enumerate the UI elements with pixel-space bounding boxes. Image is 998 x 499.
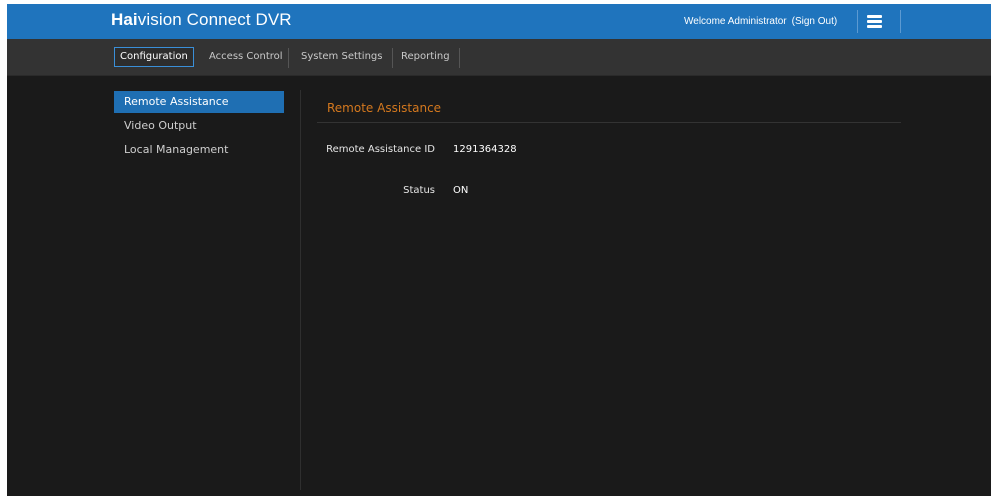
sidebar-item-local-management[interactable]: Local Management bbox=[114, 139, 284, 161]
hamburger-menu-icon[interactable] bbox=[864, 13, 886, 31]
title-underline bbox=[317, 122, 901, 123]
remote-assistance-id-label: Remote Assistance ID bbox=[326, 144, 435, 155]
tab-system-settings[interactable]: System Settings bbox=[296, 48, 387, 66]
tab-reporting[interactable]: Reporting bbox=[396, 48, 455, 66]
main-nav: Configuration Access Control System Sett… bbox=[7, 39, 991, 76]
sidebar-item-video-output[interactable]: Video Output bbox=[114, 115, 284, 137]
status-label: Status bbox=[403, 185, 435, 196]
page-title: Remote Assistance bbox=[327, 101, 442, 115]
sidebar-item-remote-assistance[interactable]: Remote Assistance bbox=[114, 91, 284, 113]
top-bar: Haivision Connect DVR Welcome Administra… bbox=[7, 4, 991, 39]
app-window: Haivision Connect DVR Welcome Administra… bbox=[7, 4, 991, 496]
welcome-text: Welcome Administrator bbox=[684, 16, 787, 27]
status-value: ON bbox=[453, 185, 469, 196]
tab-access-control[interactable]: Access Control bbox=[204, 48, 288, 66]
logo-bold: Hai bbox=[111, 10, 138, 29]
welcome-area: Welcome Administrator (Sign Out) bbox=[684, 16, 837, 27]
sign-out-link[interactable]: (Sign Out) bbox=[792, 16, 838, 27]
tab-configuration[interactable]: Configuration bbox=[114, 47, 194, 67]
tab-separator bbox=[288, 48, 289, 68]
header-separator bbox=[857, 10, 858, 33]
remote-assistance-id-value: 1291364328 bbox=[453, 144, 517, 155]
logo-text: vision Connect DVR bbox=[137, 10, 292, 29]
tab-separator bbox=[459, 48, 460, 68]
header-separator bbox=[900, 10, 901, 33]
tab-separator bbox=[392, 48, 393, 68]
app-logo: Haivision Connect DVR bbox=[111, 10, 292, 30]
